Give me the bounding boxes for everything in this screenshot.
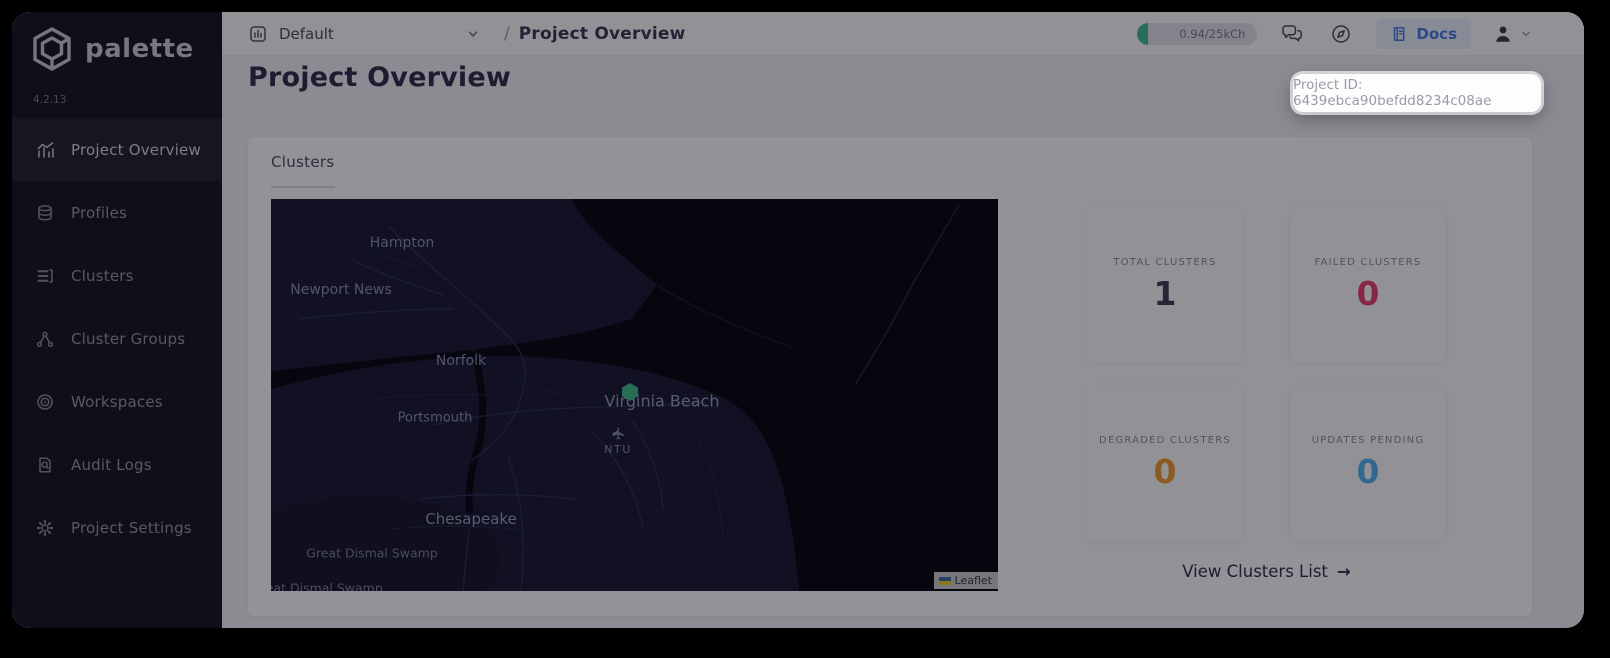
app-window: palette 4.2.13 Project Overview Profiles bbox=[12, 12, 1584, 628]
project-id-text: Project ID: 6439ebca90befdd8234c08ae bbox=[1293, 77, 1492, 109]
project-id-tooltip: Project ID: 6439ebca90befdd8234c08ae bbox=[1293, 74, 1541, 112]
